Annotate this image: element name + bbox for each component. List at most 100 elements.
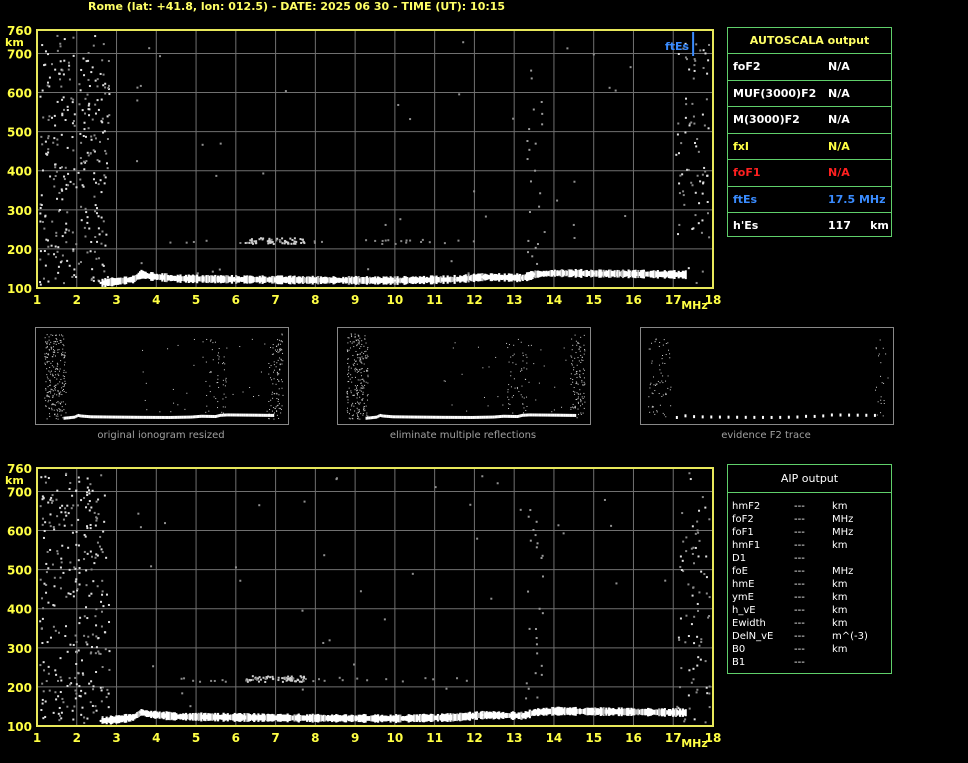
echo-point bbox=[519, 508, 522, 511]
echo-point bbox=[304, 677, 307, 680]
thumb-trace bbox=[163, 415, 165, 419]
echo-point bbox=[691, 594, 694, 597]
echo-point bbox=[281, 237, 284, 240]
echo-point bbox=[221, 679, 224, 682]
thumb-trace bbox=[160, 415, 162, 419]
thumb-point bbox=[577, 396, 579, 398]
thumb-point bbox=[52, 346, 54, 348]
echo-point bbox=[55, 234, 58, 237]
thumb-point bbox=[359, 418, 361, 420]
thumb-trace bbox=[120, 415, 122, 419]
echo-point bbox=[696, 602, 699, 605]
trace-vertex bbox=[481, 275, 484, 279]
echo-point bbox=[62, 571, 65, 574]
echo-point bbox=[78, 685, 81, 688]
thumb-point bbox=[575, 371, 577, 373]
thumb-point bbox=[653, 411, 655, 413]
echo-point bbox=[101, 579, 104, 582]
thumb-point bbox=[222, 379, 224, 381]
echo-point bbox=[698, 644, 701, 647]
echo-point bbox=[58, 523, 61, 526]
aip-unit: MHz bbox=[832, 527, 854, 538]
thumb-point bbox=[46, 362, 48, 364]
thumb-point bbox=[58, 408, 60, 410]
echo-point bbox=[685, 103, 688, 106]
thumb-point bbox=[347, 337, 349, 339]
thumb-trace bbox=[512, 414, 515, 418]
echo-point bbox=[90, 568, 93, 571]
echo-point bbox=[90, 135, 93, 138]
y-tick-label: 500 bbox=[7, 564, 32, 578]
thumb-trace bbox=[259, 413, 262, 417]
thumb-point bbox=[56, 378, 58, 380]
thumb-trace bbox=[181, 415, 183, 419]
thumb-trace bbox=[761, 415, 764, 419]
echo-point bbox=[219, 142, 222, 145]
echo-point bbox=[53, 576, 56, 579]
thumb-point bbox=[48, 407, 50, 409]
x-tick-label: 10 bbox=[387, 731, 404, 745]
echo-point bbox=[701, 113, 704, 116]
thumb-trace bbox=[796, 415, 799, 419]
thumb-point bbox=[271, 391, 273, 393]
echo-point bbox=[42, 496, 45, 499]
echo-point bbox=[56, 552, 59, 555]
echo-point bbox=[703, 166, 706, 169]
autoscala-row: fxI N/A bbox=[728, 134, 891, 160]
thumb-point bbox=[656, 410, 658, 412]
echo-point bbox=[99, 535, 102, 538]
thumb-point bbox=[167, 348, 169, 350]
echo-point bbox=[98, 233, 101, 236]
echo-point bbox=[95, 624, 98, 627]
echo-point bbox=[692, 678, 695, 681]
aip-value: --- bbox=[794, 514, 805, 525]
thumb-point bbox=[582, 384, 584, 386]
thumb-point bbox=[571, 349, 573, 351]
echo-point bbox=[556, 199, 559, 202]
trace-vertex bbox=[131, 278, 134, 281]
echo-point bbox=[693, 615, 696, 618]
thumb-point bbox=[277, 359, 279, 361]
thumb-trace bbox=[77, 413, 80, 417]
thumb-point bbox=[574, 334, 576, 336]
echo-point bbox=[62, 282, 65, 285]
thumb-point bbox=[280, 379, 282, 381]
thumb-point bbox=[357, 357, 359, 359]
thumb-point bbox=[658, 393, 660, 395]
thumb-point bbox=[217, 354, 219, 356]
echo-point bbox=[42, 607, 45, 610]
thumb-point bbox=[580, 399, 582, 401]
echo-point bbox=[54, 629, 57, 632]
thumb-point bbox=[354, 333, 356, 335]
echo-point bbox=[53, 253, 56, 256]
echo-point bbox=[100, 689, 103, 692]
thumb-point bbox=[576, 417, 578, 419]
echo-point bbox=[528, 211, 531, 214]
thumb-point bbox=[451, 404, 453, 406]
x-tick-label: 9 bbox=[351, 293, 359, 307]
thumb-point bbox=[525, 378, 527, 380]
thumb-point bbox=[649, 384, 651, 386]
trace-vertex bbox=[552, 709, 556, 713]
echo-point bbox=[71, 136, 74, 139]
echo-point bbox=[74, 697, 77, 700]
thumb-point bbox=[576, 377, 578, 379]
echo-point bbox=[39, 283, 42, 286]
thumb-point bbox=[356, 412, 358, 414]
thumb-point bbox=[274, 407, 276, 409]
thumb-point bbox=[520, 394, 522, 396]
echo-point bbox=[696, 664, 699, 667]
echo-point bbox=[259, 678, 262, 681]
echo-point bbox=[78, 567, 81, 570]
thumb-point bbox=[347, 342, 349, 344]
echo-point bbox=[41, 89, 44, 92]
thumb-point bbox=[362, 358, 364, 360]
echo-point bbox=[257, 680, 260, 683]
echo-point bbox=[84, 235, 87, 238]
thumb-point bbox=[508, 384, 510, 386]
aip-unit: km bbox=[832, 579, 848, 590]
thumb-trace bbox=[215, 414, 218, 418]
thumb-trace bbox=[409, 415, 411, 419]
echo-point bbox=[685, 614, 688, 617]
echo-point bbox=[56, 679, 59, 682]
